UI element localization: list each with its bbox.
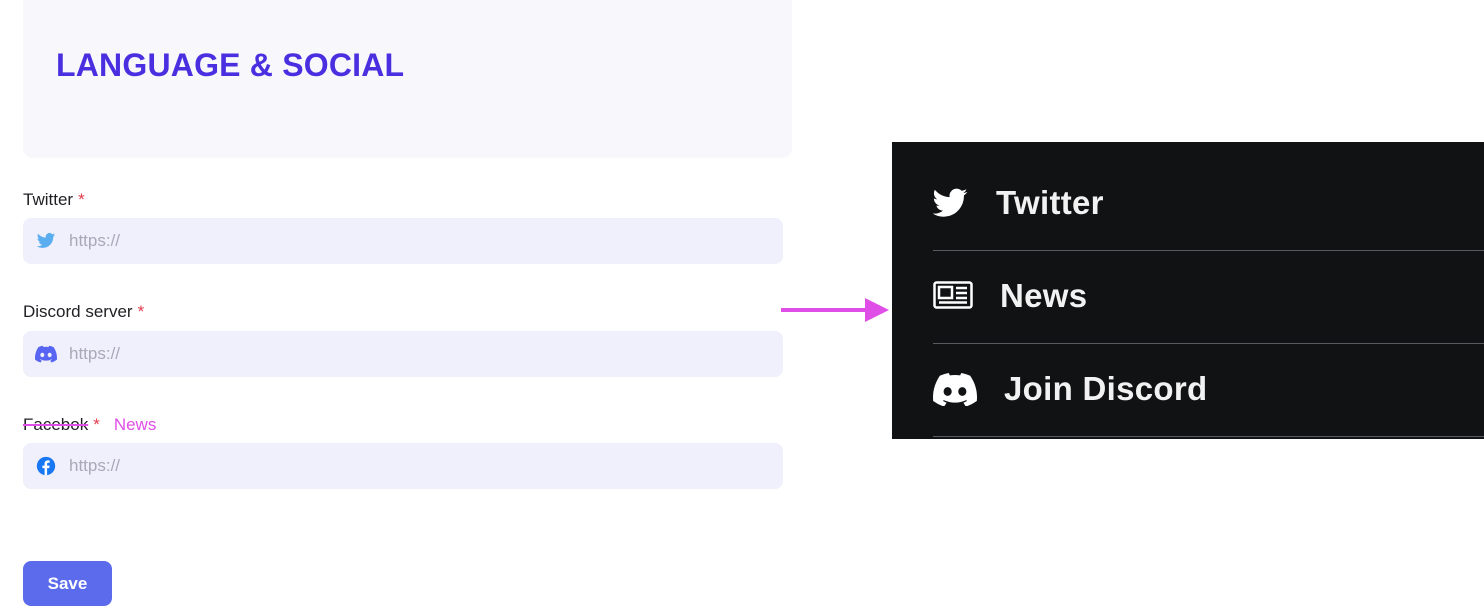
menu-label-news: News [1000, 277, 1088, 314]
twitter-icon [36, 233, 56, 248]
twitter-field-label: Twitter * [23, 190, 85, 210]
menu-label-join-discord: Join Discord [1004, 370, 1208, 407]
twitter-label-text: Twitter [23, 190, 74, 209]
menu-label-twitter: Twitter [996, 184, 1104, 221]
required-mark: * [93, 415, 100, 434]
facebook-input-box[interactable] [23, 443, 783, 489]
twitter-input-box[interactable] [23, 218, 783, 264]
twitter-url-input[interactable] [69, 218, 769, 264]
annotation-arrow [781, 298, 889, 322]
facebook-icon [36, 456, 56, 476]
menu-item-news[interactable]: News [933, 251, 1484, 344]
save-button[interactable]: Save [23, 561, 112, 606]
menu-item-twitter[interactable]: Twitter [933, 158, 1484, 251]
newspaper-icon [933, 281, 973, 309]
facebook-url-input[interactable] [69, 443, 769, 489]
required-mark: * [137, 302, 145, 321]
menu-item-join-discord[interactable]: Join Discord [933, 344, 1484, 437]
discord-field-label: Discord server * [23, 302, 144, 322]
facebook-field-label: Facebok * News [23, 415, 156, 435]
discord-icon [933, 373, 977, 406]
facebook-label-text: Facebok [23, 415, 89, 434]
discord-label-text: Discord server [23, 302, 133, 321]
discord-icon [35, 345, 57, 363]
discord-input-box[interactable] [23, 331, 783, 377]
discord-url-input[interactable] [69, 331, 769, 377]
section-header: LANGUAGE & SOCIAL [23, 0, 792, 158]
page-title: LANGUAGE & SOCIAL [56, 47, 405, 83]
twitter-icon [933, 188, 968, 217]
annotation-news: News [113, 415, 157, 434]
social-menu-panel: Twitter News Join Discord [892, 142, 1484, 439]
required-mark: * [78, 190, 85, 209]
